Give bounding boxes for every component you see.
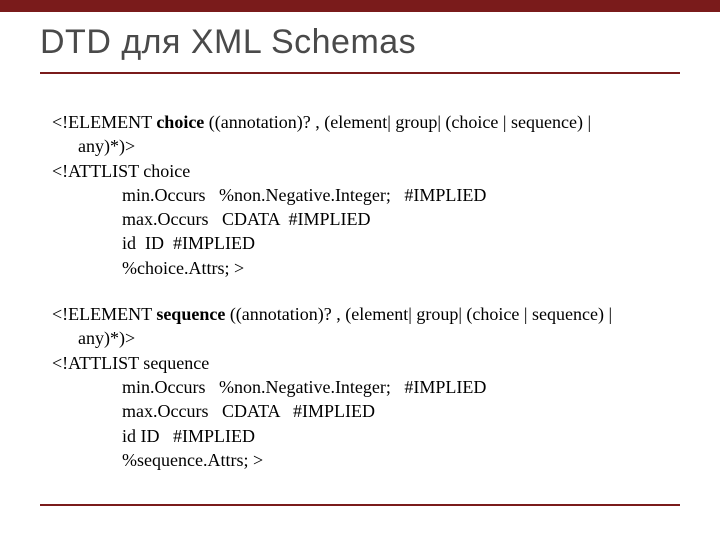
title-underline (40, 72, 680, 74)
element-prefix: <!ELEMENT (52, 304, 156, 324)
att-line: id ID #IMPLIED (52, 231, 672, 255)
element-name: sequence (156, 304, 225, 324)
element-prefix: <!ELEMENT (52, 112, 156, 132)
element-decl-cont: any)*)> (52, 326, 672, 350)
element-decl-line: <!ELEMENT sequence ((annotation)? , (ele… (52, 302, 672, 326)
att-line: %sequence.Attrs; > (52, 448, 672, 472)
att-line: min.Occurs %non.Negative.Integer; #IMPLI… (52, 183, 672, 207)
accent-top-bar (0, 0, 720, 12)
att-line: max.Occurs CDATA #IMPLIED (52, 399, 672, 423)
element-decl-cont: any)*)> (52, 134, 672, 158)
dtd-block-choice: <!ELEMENT choice ((annotation)? , (eleme… (52, 110, 672, 280)
bottom-rule (40, 504, 680, 506)
att-line: %choice.Attrs; > (52, 256, 672, 280)
element-rest: ((annotation)? , (element| group| (choic… (225, 304, 612, 324)
slide-body: <!ELEMENT choice ((annotation)? , (eleme… (52, 110, 672, 494)
attlist-head: <!ATTLIST choice (52, 159, 672, 183)
att-line: min.Occurs %non.Negative.Integer; #IMPLI… (52, 375, 672, 399)
element-rest: ((annotation)? , (element| group| (choic… (204, 112, 591, 132)
attlist-head: <!ATTLIST sequence (52, 351, 672, 375)
element-name: choice (156, 112, 204, 132)
element-decl-line: <!ELEMENT choice ((annotation)? , (eleme… (52, 110, 672, 134)
dtd-block-sequence: <!ELEMENT sequence ((annotation)? , (ele… (52, 302, 672, 472)
att-line: id ID #IMPLIED (52, 424, 672, 448)
att-line: max.Occurs CDATA #IMPLIED (52, 207, 672, 231)
slide-title: DTD для XML Schemas (40, 24, 680, 61)
